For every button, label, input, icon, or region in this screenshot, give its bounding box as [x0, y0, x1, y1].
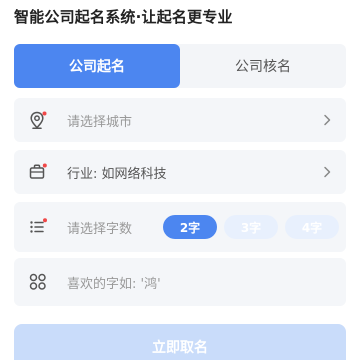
- tab-company-name-check[interactable]: 公司核名: [180, 44, 346, 88]
- word-count-picker: 请选择字数 2字 3字 4字: [14, 202, 346, 252]
- word-count-option-4[interactable]: 4字: [285, 215, 339, 239]
- tab-company-naming[interactable]: 公司起名: [14, 44, 180, 88]
- preferred-char-placeholder: 喜欢的字如: '鸿': [67, 276, 161, 292]
- word-count-placeholder: 请选择字数: [67, 221, 133, 237]
- grid-icon: [29, 273, 46, 290]
- chevron-right-icon: [324, 114, 331, 126]
- list-icon: [30, 218, 47, 233]
- industry-value: 行业: 如网络科技: [67, 166, 167, 182]
- location-pin-icon: [30, 111, 47, 129]
- preferred-char-input[interactable]: 喜欢的字如: '鸿': [14, 258, 346, 306]
- word-count-option-2[interactable]: 2字: [163, 215, 217, 239]
- word-count-option-3[interactable]: 3字: [224, 215, 278, 239]
- briefcase-icon: [29, 163, 47, 179]
- industry-select[interactable]: 行业: 如网络科技: [14, 150, 346, 194]
- submit-naming-button[interactable]: 立即取名: [14, 324, 346, 360]
- chevron-right-icon: [324, 166, 331, 178]
- city-placeholder: 请选择城市: [67, 114, 133, 130]
- page-title: 智能公司起名系统·让起名更专业: [14, 8, 233, 26]
- city-select[interactable]: 请选择城市: [14, 98, 346, 142]
- mode-tabs: 公司起名 公司核名: [14, 44, 346, 88]
